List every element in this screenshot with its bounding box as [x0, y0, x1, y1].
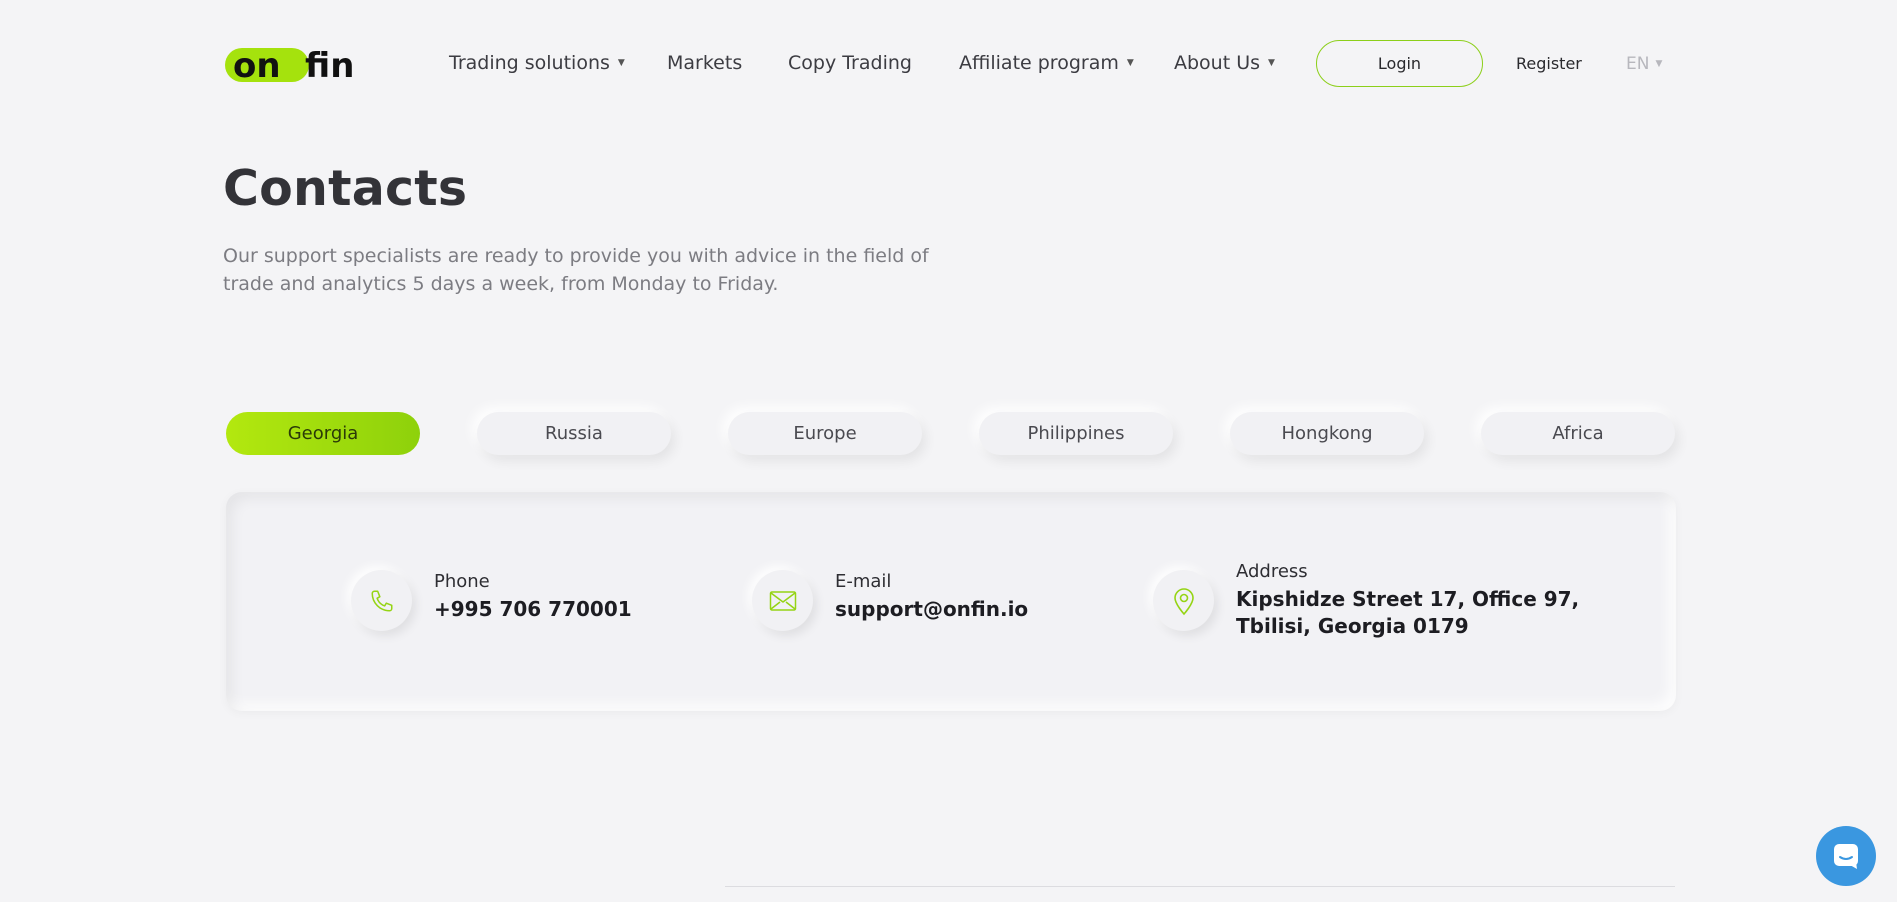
tab-europe[interactable]: Europe [728, 412, 922, 455]
tab-russia[interactable]: Russia [477, 412, 671, 455]
page-title: Contacts [223, 160, 468, 217]
map-pin-icon [1153, 570, 1214, 631]
nav-markets[interactable]: Markets [667, 52, 742, 74]
login-button[interactable]: Login [1316, 40, 1483, 87]
chat-icon [1834, 844, 1858, 869]
caret-down-icon: ▼ [617, 58, 625, 68]
footer-divider [725, 886, 1675, 887]
nav-affiliate-program[interactable]: Affiliate program ▼ [959, 52, 1134, 74]
contact-info-card: Phone +995 706 770001 E-mail support@onf… [226, 492, 1676, 711]
address-label: Address [1236, 561, 1308, 582]
phone-icon [351, 570, 412, 631]
email-label: E-mail [835, 571, 892, 592]
email-value[interactable]: support@onfin.io [835, 596, 1028, 623]
envelope-icon [752, 570, 813, 631]
register-link[interactable]: Register [1516, 54, 1582, 73]
nav-copy-trading[interactable]: Copy Trading [788, 52, 912, 74]
phone-info: Phone +995 706 770001 [351, 570, 632, 631]
page-intro: Our support specialists are ready to pro… [223, 245, 929, 295]
nav-label: Copy Trading [788, 52, 912, 74]
language-label: EN [1626, 54, 1650, 74]
caret-down-icon: ▼ [1655, 59, 1663, 69]
svg-text:fin: fin [305, 46, 354, 86]
contacts-page: on fin Trading solutions ▼ Markets Copy … [0, 0, 1897, 902]
svg-text:on: on [233, 46, 281, 86]
caret-down-icon: ▼ [1268, 58, 1275, 68]
site-header: on fin Trading solutions ▼ Markets Copy … [224, 40, 1676, 92]
chat-launcher-button[interactable] [1816, 826, 1876, 886]
nav-label: Affiliate program [959, 52, 1119, 74]
address-info: Address Kipshidze Street 17, Office 97, … [1153, 560, 1579, 640]
nav-about-us[interactable]: About Us ▼ [1174, 52, 1275, 74]
caret-down-icon: ▼ [1126, 58, 1134, 68]
tab-georgia[interactable]: Georgia [226, 412, 420, 455]
tab-philippines[interactable]: Philippines [979, 412, 1173, 455]
nav-label: About Us [1174, 52, 1261, 74]
phone-value[interactable]: +995 706 770001 [434, 596, 632, 623]
onfin-logo[interactable]: on fin [225, 44, 377, 86]
nav-label: Markets [667, 52, 743, 74]
address-line-2: Tbilisi, Georgia 0179 [1236, 614, 1469, 638]
tab-hongkong[interactable]: Hongkong [1230, 412, 1424, 455]
region-tabs: Georgia Russia Europe Philippines Hongko… [226, 412, 1676, 455]
address-line-1: Kipshidze Street 17, Office 97, [1236, 587, 1580, 611]
nav-trading-solutions[interactable]: Trading solutions ▼ [449, 52, 625, 74]
language-selector[interactable]: EN ▼ [1626, 54, 1662, 74]
nav-label: Trading solutions [449, 52, 610, 74]
phone-label: Phone [434, 571, 490, 592]
email-info: E-mail support@onfin.io [752, 570, 1028, 631]
tab-africa[interactable]: Africa [1481, 412, 1675, 455]
